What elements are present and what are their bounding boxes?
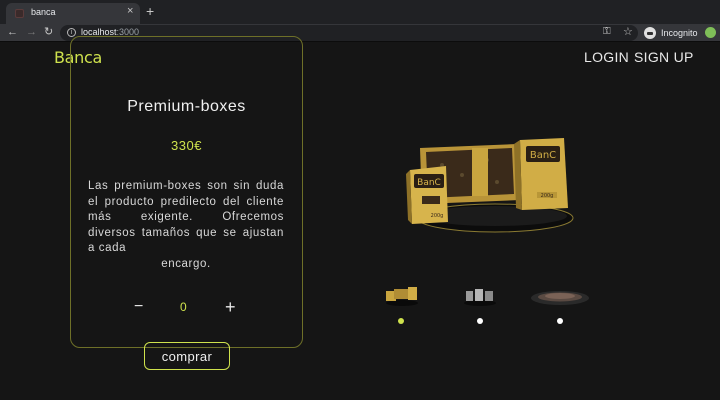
product-price: 330€ — [171, 138, 202, 153]
quantity-value: 0 — [180, 300, 187, 314]
browser-tab-bar: banca × + — [0, 0, 720, 24]
info-icon[interactable]: i — [67, 28, 76, 37]
description-last-line: encargo. — [161, 257, 211, 270]
favicon-icon — [15, 9, 24, 18]
tab-title: banca — [31, 7, 56, 17]
extension-icon[interactable] — [705, 27, 716, 38]
box-weight-right: 200g — [541, 193, 554, 199]
login-link[interactable]: LOGIN — [584, 49, 629, 65]
product-description: Las premium-boxes son sin duda el produc… — [88, 179, 284, 272]
description-text: Las premium-boxes son sin duda el produc… — [88, 180, 284, 254]
gallery-dot-1[interactable] — [398, 318, 404, 324]
gallery-dot-3[interactable] — [557, 318, 563, 324]
thumbnail-chocolate-tray[interactable] — [530, 285, 590, 307]
quantity-increment-button[interactable]: + — [225, 298, 236, 316]
browser-tab[interactable]: banca × — [6, 3, 140, 24]
forward-arrow-icon[interactable]: → — [26, 24, 37, 41]
close-tab-icon[interactable]: × — [127, 5, 133, 17]
gallery-dot-2[interactable] — [477, 318, 483, 324]
key-icon[interactable]: ⚿ — [603, 26, 611, 37]
box-weight-left: 200g — [431, 213, 444, 219]
buy-button[interactable]: comprar — [144, 342, 230, 370]
signup-link[interactable]: SIGN UP — [634, 49, 694, 65]
reload-icon[interactable]: ↻ — [44, 24, 53, 41]
thumbnail-premium-boxes[interactable] — [384, 285, 420, 307]
incognito-label: Incognito — [661, 28, 698, 38]
quantity-decrement-button[interactable]: − — [134, 298, 143, 316]
new-tab-icon[interactable]: + — [146, 3, 154, 19]
bookmark-star-icon[interactable]: ☆ — [623, 25, 633, 38]
product-title: Premium-boxes — [127, 98, 246, 115]
back-arrow-icon[interactable]: ← — [7, 24, 18, 41]
product-image: BanC 200g BanC 200g — [406, 138, 574, 233]
box-label-right: BanC — [530, 150, 556, 161]
incognito-avatar-icon[interactable] — [644, 27, 656, 39]
thumbnail-silver-molds[interactable] — [462, 285, 498, 307]
box-label-left: BanC — [417, 178, 441, 188]
